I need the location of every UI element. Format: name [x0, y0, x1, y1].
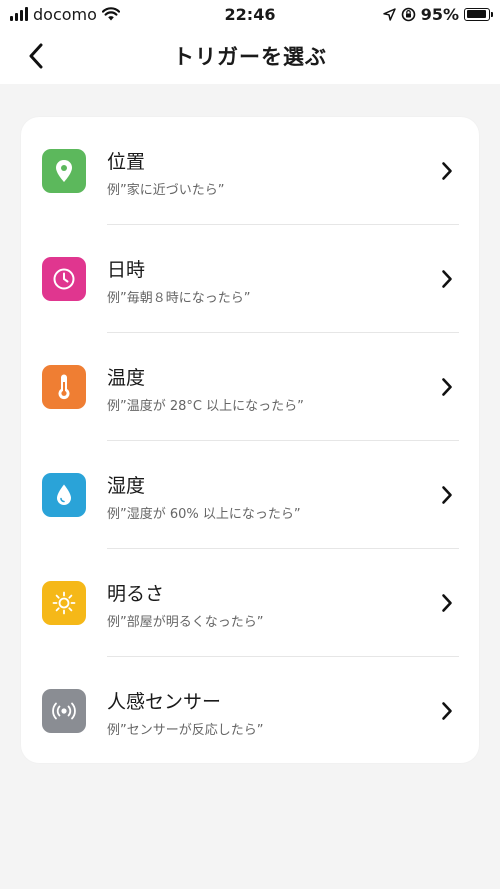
trigger-item-humidity[interactable]: 湿度 例”湿度が 60% 以上になったら”: [21, 441, 479, 549]
signal-strength-icon: [10, 7, 28, 21]
rotation-lock-icon: [401, 7, 416, 21]
navigation-bar: トリガーを選ぶ: [0, 28, 500, 84]
trigger-example: 例”部屋が明るくなったら”: [107, 615, 264, 630]
trigger-item-motion-sensor[interactable]: 人感センサー 例”センサーが反応したら”: [21, 657, 479, 765]
trigger-example: 例”湿度が 60% 以上になったら”: [107, 507, 301, 522]
trigger-item-brightness[interactable]: 明るさ 例”部屋が明るくなったら”: [21, 549, 479, 657]
trigger-title: 位置: [107, 151, 146, 173]
sun-icon: [52, 591, 76, 615]
temperature-tile: [42, 365, 86, 409]
wifi-icon: [101, 7, 120, 21]
location-arrow-icon: [382, 7, 396, 21]
status-right: 95%: [330, 4, 493, 24]
trigger-title: 湿度: [107, 475, 146, 497]
trigger-example: 例”センサーが反応したら”: [107, 723, 264, 738]
battery-fill: [466, 10, 487, 18]
status-time: 22:46: [224, 4, 276, 24]
thermometer-icon: [58, 374, 70, 400]
trigger-example: 例”温度が 28°C 以上になったら”: [107, 399, 304, 414]
trigger-item-temperature[interactable]: 温度 例”温度が 28°C 以上になったら”: [21, 333, 479, 441]
chevron-right-icon: [442, 270, 452, 288]
carrier-name: docomo: [33, 4, 97, 24]
clock-icon: [53, 268, 75, 290]
page-title: トリガーを選ぶ: [173, 45, 327, 69]
battery-percent: 95%: [420, 4, 459, 24]
chevron-left-icon: [29, 43, 43, 69]
motion-sensor-icon: [52, 702, 76, 720]
brightness-tile: [42, 581, 86, 625]
water-drop-icon: [57, 484, 71, 505]
sensor-tile: [42, 689, 86, 733]
trigger-example: 例”毎朝８時になったら”: [107, 291, 251, 306]
trigger-title: 人感センサー: [107, 691, 222, 713]
location-tile: [42, 149, 86, 193]
trigger-item-datetime[interactable]: 日時 例”毎朝８時になったら”: [21, 225, 479, 333]
chevron-right-icon: [442, 594, 452, 612]
chevron-right-icon: [442, 486, 452, 504]
trigger-title: 明るさ: [107, 583, 165, 605]
trigger-title: 温度: [107, 367, 146, 389]
status-left: docomo: [10, 5, 170, 24]
battery-icon: [464, 7, 493, 21]
trigger-list: 位置 例”家に近づいたら” 日時 例”毎朝８時になったら” 温度 例”温度が 2…: [21, 117, 479, 763]
chevron-right-icon: [442, 162, 452, 180]
trigger-title: 日時: [107, 259, 146, 281]
location-pin-icon: [56, 160, 72, 182]
chevron-right-icon: [442, 378, 452, 396]
humidity-tile: [42, 473, 86, 517]
chevron-right-icon: [442, 702, 452, 720]
status-bar: docomo 22:46 95%: [0, 0, 500, 28]
datetime-tile: [42, 257, 86, 301]
trigger-example: 例”家に近づいたら”: [107, 183, 225, 198]
trigger-item-location[interactable]: 位置 例”家に近づいたら”: [21, 117, 479, 225]
back-button[interactable]: [18, 38, 54, 74]
